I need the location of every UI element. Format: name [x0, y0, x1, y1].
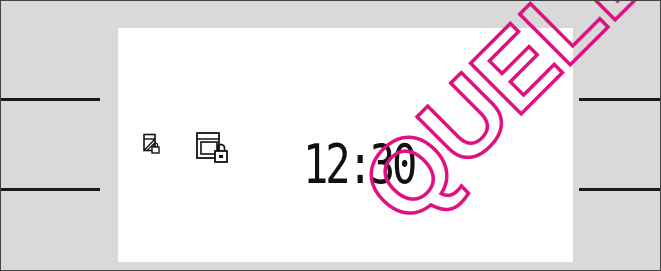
- lcd-display: 12:30: [118, 28, 573, 262]
- oven-lock-icon: [195, 131, 231, 169]
- right-upper-sensor-line[interactable]: [579, 98, 660, 101]
- clock-time: 12:30: [303, 133, 417, 196]
- control-panel: 12:30 QUELLE: [0, 0, 661, 271]
- right-lower-sensor-line[interactable]: [579, 188, 660, 191]
- childlock-door-icon: [142, 133, 162, 159]
- left-upper-sensor-line[interactable]: [1, 98, 100, 101]
- left-lower-sensor-line[interactable]: [1, 188, 100, 191]
